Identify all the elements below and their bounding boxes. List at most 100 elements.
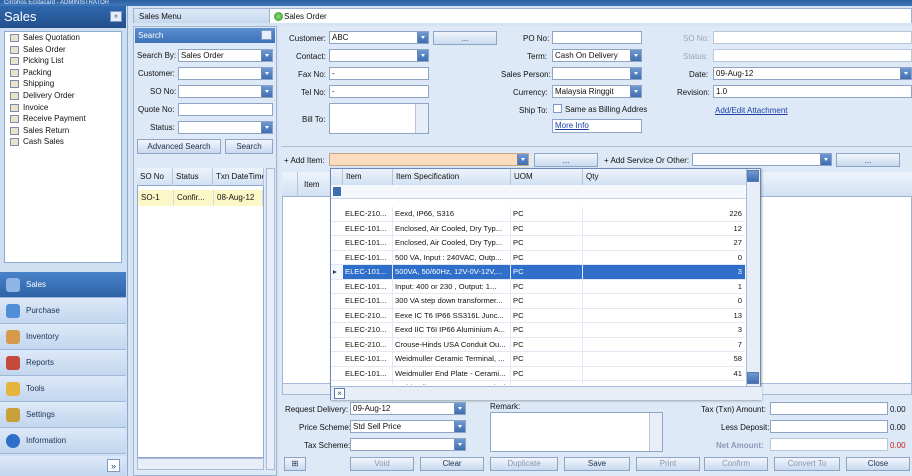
list-item[interactable]: ELEC-210... Eexd, IP66, S316 PC 226: [331, 207, 745, 222]
nav-information[interactable]: Information: [0, 428, 126, 454]
menu-item-receive-payment[interactable]: Receive Payment: [5, 113, 121, 125]
customer-filter-select[interactable]: [178, 67, 273, 80]
po-no-field[interactable]: [552, 31, 642, 44]
add-edit-attachment-link[interactable]: Add/Edit Attachment: [715, 106, 788, 115]
menu-item-sales-order[interactable]: Sales Order: [5, 44, 121, 56]
search-button[interactable]: Search: [225, 139, 273, 154]
list-item[interactable]: ELEC-101... Enclosed, Air Cooled, Dry Typ…: [331, 221, 745, 236]
scroll-up-icon[interactable]: [747, 170, 759, 182]
price-scheme-select[interactable]: Std Sell Price: [350, 420, 466, 433]
tax-scheme-select[interactable]: [350, 438, 466, 451]
list-item[interactable]: ELEC-101... Enclosed, Air Cooled, Dry Typ…: [331, 236, 745, 251]
add-service-lookup-button[interactable]: ...: [836, 153, 900, 167]
fax-field[interactable]: -: [329, 67, 429, 80]
column-header-item-specification[interactable]: Item Specification: [393, 169, 511, 185]
nav-inventory[interactable]: Inventory: [0, 324, 126, 350]
save-button[interactable]: Save: [564, 457, 630, 471]
list-item[interactable]: ELEC-101... Weidmuller End Plate - Cerami…: [331, 366, 745, 381]
tab-sales-menu[interactable]: Sales Menu: [133, 8, 277, 23]
term-select[interactable]: Cash On Delivery: [552, 49, 642, 62]
menu-item-cash-sales[interactable]: Cash Sales: [5, 136, 121, 148]
nav-purchase[interactable]: Purchase: [0, 298, 126, 324]
list-item[interactable]: ELEC-101... 300 VA step down transformer.…: [331, 294, 745, 309]
item-spec-cell: Eexd, IP66, S316: [393, 207, 511, 221]
date-picker[interactable]: 09-Aug-12: [713, 67, 912, 80]
nav-tools[interactable]: Tools: [0, 376, 126, 402]
remark-scrollbar[interactable]: [649, 413, 662, 451]
print-button[interactable]: Print: [636, 457, 700, 471]
same-as-billing-checkbox[interactable]: [553, 104, 562, 113]
close-icon[interactable]: ×: [334, 388, 345, 399]
tab-sales-order[interactable]: Sales Order: [269, 8, 912, 23]
add-service-select[interactable]: [692, 153, 832, 166]
request-delivery-picker[interactable]: 09-Aug-12: [350, 402, 466, 415]
nav-sales[interactable]: Sales: [0, 272, 126, 298]
advanced-search-button[interactable]: Advanced Search: [137, 139, 221, 154]
uom-cell: PC: [511, 352, 583, 366]
more-info-link[interactable]: More Info: [555, 121, 589, 130]
list-item[interactable]: ELEC-101...Weidmuller WSI 6 Fuse Termina…: [331, 381, 745, 385]
menu-item-invoice[interactable]: Invoice: [5, 102, 121, 114]
chevron-down-icon[interactable]: »: [107, 459, 120, 472]
list-item[interactable]: ELEC-101... Input: 400 or 230 , Output: 1…: [331, 279, 745, 294]
status-cell: Confir...: [174, 190, 214, 206]
chevron-down-icon: [630, 68, 641, 79]
sales-person-select[interactable]: [552, 67, 642, 80]
quote-no-filter-input[interactable]: [178, 103, 273, 116]
tax-amount-field[interactable]: [770, 402, 888, 415]
list-item[interactable]: ELEC-210... Eexe IC T6 IP66 SS316L Junc..…: [331, 308, 745, 323]
list-item[interactable]: ELEC-101... Weidmuller Ceramic Terminal, …: [331, 352, 745, 367]
search-vertical-scrollbar[interactable]: [266, 168, 275, 470]
void-button[interactable]: Void: [350, 457, 414, 471]
contact-select[interactable]: [329, 49, 429, 62]
menu-item-picking-list[interactable]: Picking List: [5, 55, 121, 67]
add-item-lookup-button[interactable]: ...: [534, 153, 598, 167]
so-no-filter-select[interactable]: [178, 85, 273, 98]
list-item[interactable]: ELEC-101... 500 VA, Input : 240VAC, Outp.…: [331, 250, 745, 265]
search-by-select[interactable]: Sales Order: [178, 49, 273, 62]
pin-icon[interactable]: [261, 30, 272, 40]
menu-item-sales-quotation[interactable]: Sales Quotation: [5, 32, 121, 44]
popup-filter-row[interactable]: [331, 185, 748, 199]
revision-field[interactable]: 1.0: [713, 85, 912, 98]
customer-select[interactable]: ABC: [329, 31, 429, 44]
search-horizontal-scrollbar[interactable]: [137, 458, 264, 470]
menu-item-sales-return[interactable]: Sales Return: [5, 125, 121, 137]
column-header-txn-datetime[interactable]: Txn DateTime: [213, 168, 264, 186]
remark-textarea[interactable]: [490, 412, 663, 452]
list-item[interactable]: ELEC-210... Eexd IIC T6I IP66 Aluminium A…: [331, 323, 745, 338]
item-lookup-dropdown: Item Item Specification UOM Qty ELEC-210…: [330, 168, 762, 400]
menu-item-delivery-order[interactable]: Delivery Order: [5, 90, 121, 102]
add-item-select[interactable]: [329, 153, 529, 166]
scroll-down-icon[interactable]: [747, 372, 759, 384]
menu-item-shipping[interactable]: Shipping: [5, 78, 121, 90]
currency-select[interactable]: Malaysia Ringgit: [552, 85, 642, 98]
column-header-qty[interactable]: Qty: [583, 169, 748, 185]
customer-lookup-button[interactable]: ...: [433, 31, 497, 45]
duplicate-button[interactable]: Duplicate: [490, 457, 558, 471]
table-row[interactable]: SO-1 Confir... 08-Aug-12: [138, 190, 263, 206]
bill-to-scrollbar[interactable]: [415, 104, 428, 133]
grid-options-icon[interactable]: ⊞: [284, 457, 306, 471]
column-header-so-no[interactable]: SO No: [137, 168, 173, 186]
uom-cell: PC: [511, 294, 583, 308]
column-header-item[interactable]: Item: [343, 169, 393, 185]
list-item[interactable]: ▸ ELEC-101... 500VA, 50/60Hz, 12V-0V-12V,.…: [331, 265, 745, 280]
nav-settings[interactable]: Settings: [0, 402, 126, 428]
list-item[interactable]: ELEC-210... Crouse-Hinds USA Conduit Ou..…: [331, 337, 745, 352]
bill-to-textarea[interactable]: [329, 103, 429, 134]
less-deposit-field[interactable]: [770, 420, 888, 433]
clear-button[interactable]: Clear: [420, 457, 484, 471]
menu-item-packing[interactable]: Packing: [5, 67, 121, 79]
filter-icon[interactable]: [333, 187, 341, 196]
collapse-icon[interactable]: «: [110, 11, 122, 22]
confirm-button[interactable]: Confirm: [704, 457, 768, 471]
status-filter-select[interactable]: [178, 121, 273, 134]
close-button[interactable]: Close: [846, 457, 910, 471]
nav-reports[interactable]: Reports: [0, 350, 126, 376]
tel-field[interactable]: -: [329, 85, 429, 98]
convert-to-button[interactable]: Convert To: [774, 457, 840, 471]
column-header-status[interactable]: Status: [173, 168, 213, 186]
column-header-uom[interactable]: UOM: [511, 169, 583, 185]
popup-vertical-scrollbar[interactable]: [746, 169, 760, 387]
